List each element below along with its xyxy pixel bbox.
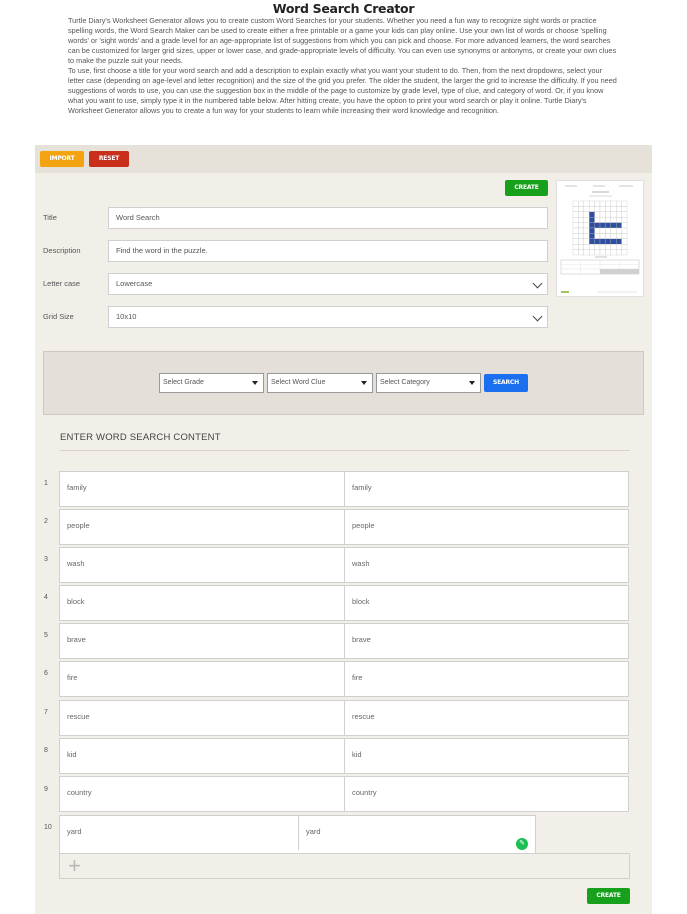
reset-button[interactable]: RESET xyxy=(89,151,129,167)
letter-case-select[interactable]: Lowercase xyxy=(108,273,548,295)
table-row: family family xyxy=(59,471,629,507)
description-input[interactable]: Find the word in the puzzle. xyxy=(108,240,548,262)
word-input[interactable]: rescue xyxy=(60,701,345,735)
word-input[interactable]: country xyxy=(60,777,345,811)
create-button-top[interactable]: CREATE xyxy=(505,180,548,196)
row-number: 7 xyxy=(44,709,48,716)
worksheet-preview-image xyxy=(560,185,640,293)
clue-input[interactable]: block xyxy=(345,586,628,620)
row-number: 9 xyxy=(44,786,48,793)
grid-size-label: Grid Size xyxy=(43,312,74,321)
chevron-down-icon xyxy=(532,311,543,322)
clue-input[interactable]: brave xyxy=(345,624,628,658)
category-select[interactable]: Select Category xyxy=(376,373,481,393)
row-number: 10 xyxy=(44,824,52,831)
grade-select[interactable]: Select Grade xyxy=(159,373,264,393)
word-input[interactable]: kid xyxy=(60,739,345,773)
word-clue-select-value: Select Word Clue xyxy=(271,379,326,386)
content-heading: ENTER WORD SEARCH CONTENT xyxy=(60,432,221,443)
word-input[interactable]: brave xyxy=(60,624,345,658)
clue-input[interactable]: kid xyxy=(345,739,628,773)
row-number: 4 xyxy=(44,594,48,601)
word-input[interactable]: family xyxy=(60,472,345,506)
row-number: 6 xyxy=(44,670,48,677)
table-row: country country xyxy=(59,776,629,812)
clue-input[interactable]: yard xyxy=(299,816,535,850)
add-row-bar[interactable]: + xyxy=(59,853,630,879)
clue-input[interactable]: people xyxy=(345,510,628,544)
word-input[interactable]: wash xyxy=(60,548,345,582)
import-button[interactable]: IMPORT xyxy=(40,151,84,167)
search-button[interactable]: SEARCH xyxy=(484,374,528,392)
table-row: rescue rescue xyxy=(59,700,629,736)
word-clue-select[interactable]: Select Word Clue xyxy=(267,373,373,393)
intro-text: Turtle Diary's Worksheet Generator allow… xyxy=(68,16,620,116)
clue-input[interactable]: country xyxy=(345,777,628,811)
page-title: Word Search Creator xyxy=(272,1,415,16)
word-input[interactable]: people xyxy=(60,510,345,544)
word-input[interactable]: fire xyxy=(60,662,345,696)
title-input[interactable]: Word Search xyxy=(108,207,548,229)
row-number: 5 xyxy=(44,632,48,639)
intro-paragraph-2: To use, first choose a title for your wo… xyxy=(68,66,617,115)
word-input[interactable]: yard xyxy=(60,816,299,850)
row-number: 1 xyxy=(44,480,48,487)
worksheet-preview[interactable] xyxy=(556,180,644,297)
divider xyxy=(60,450,630,451)
chevron-down-icon xyxy=(532,278,543,289)
grade-select-value: Select Grade xyxy=(163,379,204,386)
letter-case-value: Lowercase xyxy=(116,279,153,288)
table-row: fire fire xyxy=(59,661,629,697)
table-row: brave brave xyxy=(59,623,629,659)
word-input[interactable]: block xyxy=(60,586,345,620)
caret-down-icon xyxy=(361,381,367,385)
pencil-icon[interactable]: ✎ xyxy=(516,838,528,850)
grid-size-select[interactable]: 10x10 xyxy=(108,306,548,328)
row-number: 8 xyxy=(44,747,48,754)
intro-paragraph-1: Turtle Diary's Worksheet Generator allow… xyxy=(68,16,617,65)
clue-input[interactable]: rescue xyxy=(345,701,628,735)
clue-input[interactable]: family xyxy=(345,472,628,506)
clue-input[interactable]: fire xyxy=(345,662,628,696)
description-label: Description xyxy=(43,246,81,255)
table-row: wash wash xyxy=(59,547,629,583)
letter-case-label: Letter case xyxy=(43,279,81,288)
category-select-value: Select Category xyxy=(380,379,430,386)
table-row: block block xyxy=(59,585,629,621)
row-number: 3 xyxy=(44,556,48,563)
plus-icon: + xyxy=(68,853,81,878)
title-label: Title xyxy=(43,213,57,222)
table-row: people people xyxy=(59,509,629,545)
grid-size-value: 10x10 xyxy=(116,312,137,321)
table-row: kid kid xyxy=(59,738,629,774)
caret-down-icon xyxy=(252,381,258,385)
row-number: 2 xyxy=(44,518,48,525)
caret-down-icon xyxy=(469,381,475,385)
clue-input[interactable]: wash xyxy=(345,548,628,582)
create-button-bottom[interactable]: CREATE xyxy=(587,888,630,904)
table-row: yard yard xyxy=(59,815,536,857)
